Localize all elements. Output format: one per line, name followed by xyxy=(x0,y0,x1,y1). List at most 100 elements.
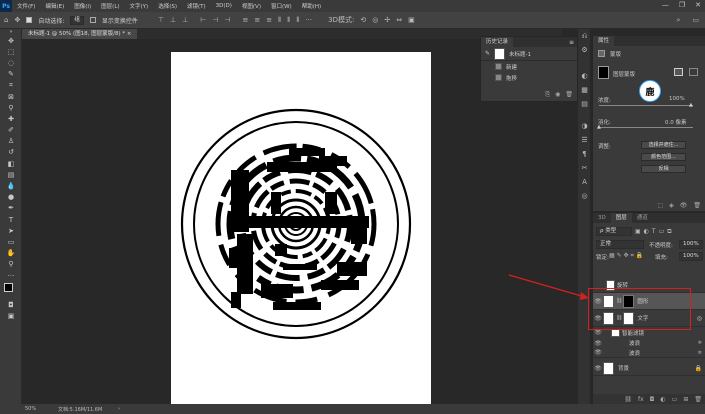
history-item[interactable]: 拖移 xyxy=(481,72,577,83)
filter-type-icon[interactable]: T xyxy=(652,228,656,235)
clone-stamp-icon[interactable]: ♙ xyxy=(0,136,22,147)
document-canvas[interactable] xyxy=(171,52,431,404)
menu-view[interactable]: 视图(V) xyxy=(237,2,266,10)
move-tool-icon[interactable]: ✥ xyxy=(0,35,22,46)
swatches-panel-icon[interactable]: ▦ xyxy=(578,83,591,97)
menu-image[interactable]: 图像(I) xyxy=(69,2,96,10)
properties-panel-icon[interactable]: ⚙ xyxy=(578,43,591,57)
visibility-icon[interactable]: 👁 xyxy=(593,365,603,372)
home-icon[interactable]: ⌂ xyxy=(4,16,8,24)
eraser-icon[interactable]: ◧ xyxy=(0,158,22,169)
properties-panel-title[interactable]: 属性 xyxy=(593,36,615,46)
blend-mode-dropdown[interactable]: 正常 xyxy=(596,240,644,249)
path-select-icon[interactable]: ➤ xyxy=(0,225,22,236)
distribute-top-icon[interactable]: ≡ xyxy=(243,16,249,24)
gradients-panel-icon[interactable]: ▤ xyxy=(578,97,591,111)
auto-select-checkbox[interactable] xyxy=(26,17,33,23)
distribute-bottom-icon[interactable]: ≡ xyxy=(266,16,272,24)
filter-row[interactable]: 👁 波浪 ≑ xyxy=(593,338,705,348)
eyedropper-icon[interactable]: ⚲ xyxy=(0,102,22,113)
brush-tool-icon[interactable]: ✐ xyxy=(0,125,22,136)
gradient-icon[interactable]: ▤ xyxy=(0,169,22,180)
history-snapshot[interactable]: ✎ 未标题-1 xyxy=(481,47,577,61)
filter-shape-icon[interactable]: ▭ xyxy=(659,228,665,235)
panel-menu-icon[interactable]: ≡ xyxy=(569,39,574,46)
add-mask-icon[interactable]: ◘ xyxy=(650,396,655,403)
blur-tool-icon[interactable]: 💧 xyxy=(0,180,22,191)
align-middle-icon[interactable]: ⊥ xyxy=(170,16,176,24)
visibility-icon[interactable]: 👁 xyxy=(593,340,603,347)
3d-scale-icon[interactable]: ▣ xyxy=(408,16,415,24)
distribute-middle-icon[interactable]: ≡ xyxy=(254,16,260,24)
slider-thumb-icon[interactable]: ▲ xyxy=(597,124,601,130)
feather-value[interactable]: 0.0 像素 xyxy=(665,118,687,126)
fx-icon[interactable]: fx xyxy=(638,396,644,403)
libraries-panel-icon[interactable]: ☰ xyxy=(578,133,591,147)
document-size[interactable]: 文档:5.16M/11.6M xyxy=(58,406,102,413)
search-icon[interactable]: ⌕ xyxy=(676,16,680,25)
3d-drag-icon[interactable]: ✢ xyxy=(384,16,390,24)
history-panel-title[interactable]: 历史记录 xyxy=(481,37,514,47)
marquee-tool-icon[interactable]: ⬚ xyxy=(0,46,22,57)
color-range-button[interactable]: 颜色范围... xyxy=(641,153,686,161)
channels-panel-icon[interactable]: ◎ xyxy=(578,189,591,203)
history-panel-icon[interactable]: ⎌ xyxy=(578,29,591,43)
color-swatches[interactable] xyxy=(0,281,22,299)
load-selection-icon[interactable]: ⬚ xyxy=(657,202,663,209)
zoom-level[interactable]: 50% xyxy=(25,406,36,412)
type-tool-icon[interactable]: T xyxy=(0,214,22,225)
align-center-icon[interactable]: ⊣ xyxy=(212,16,218,24)
frame-tool-icon[interactable]: ⊠ xyxy=(0,91,22,102)
new-layer-icon[interactable]: ⊞ xyxy=(683,396,688,403)
move-tool-icon[interactable]: ✥ xyxy=(14,16,20,24)
density-slider[interactable] xyxy=(599,105,693,106)
filter-smart-icon[interactable]: ⧉ xyxy=(667,228,671,236)
toggle-mask-icon[interactable]: 👁 xyxy=(680,202,688,209)
slider-thumb-icon[interactable]: ▲ xyxy=(689,102,693,108)
pixel-mask-button[interactable] xyxy=(674,68,683,76)
opacity-input[interactable]: 100% xyxy=(679,240,703,249)
density-value[interactable]: 100% xyxy=(669,96,685,102)
filter-pixel-icon[interactable]: ▣ xyxy=(635,228,641,235)
tab-layers[interactable]: 图层 xyxy=(610,213,632,223)
history-item[interactable]: 新建 xyxy=(481,61,577,72)
visibility-icon[interactable]: 👁 xyxy=(593,349,603,356)
invert-button[interactable]: 反相 xyxy=(641,165,686,173)
screen-mode-icon[interactable]: ▣ xyxy=(0,310,22,321)
select-and-mask-button[interactable]: 选择并遮住... xyxy=(641,141,686,149)
adjustments-panel-icon[interactable]: ◑ xyxy=(578,119,591,133)
tab-channels[interactable]: 通道 xyxy=(632,213,653,223)
menu-edit[interactable]: 编辑(E) xyxy=(40,2,69,10)
snapshot-camera-icon[interactable]: ◉ xyxy=(555,91,560,99)
brush-panel-icon[interactable]: ✂ xyxy=(578,161,591,175)
align-bottom-icon[interactable]: ⊥ xyxy=(182,16,188,24)
dodge-tool-icon[interactable]: ● xyxy=(0,192,22,203)
more-icon[interactable]: ··· xyxy=(305,16,312,24)
group-icon[interactable]: ▭ xyxy=(672,396,678,403)
distribute-left-icon[interactable]: ⦀ xyxy=(278,16,281,25)
new-document-icon[interactable]: ⎘ xyxy=(545,91,550,99)
menu-select[interactable]: 选择(S) xyxy=(153,2,182,10)
paragraph-panel-icon[interactable]: ¶ xyxy=(578,147,591,161)
pen-tool-icon[interactable]: ✒ xyxy=(0,203,22,214)
layer-name[interactable]: 背景 xyxy=(618,364,629,372)
filter-options-icon[interactable]: ≑ xyxy=(698,350,702,356)
menu-help[interactable]: 帮助(H) xyxy=(297,2,326,10)
filter-adjust-icon[interactable]: ◐ xyxy=(644,228,649,235)
fill-input[interactable]: 100% xyxy=(679,252,703,261)
3d-roll-icon[interactable]: ◎ xyxy=(372,16,378,24)
foreground-color-swatch[interactable] xyxy=(4,283,13,293)
visibility-icon[interactable]: 👁 xyxy=(593,329,603,336)
healing-brush-icon[interactable]: ✚ xyxy=(0,113,22,124)
align-left-icon[interactable]: ⊢ xyxy=(200,16,206,24)
distribute-center-icon[interactable]: ⦀ xyxy=(287,16,290,25)
feather-slider[interactable] xyxy=(599,127,693,128)
zoom-tool-icon[interactable]: ⚲ xyxy=(0,259,22,270)
lock-icons[interactable]: ▦ ✎ ✥ ⌗ 🔒 xyxy=(609,252,643,260)
status-arrow-icon[interactable]: › xyxy=(118,406,120,412)
menu-filter[interactable]: 滤镜(T) xyxy=(182,2,211,10)
show-transform-checkbox[interactable] xyxy=(89,17,96,23)
menu-file[interactable]: 文件(F) xyxy=(12,2,40,10)
align-right-icon[interactable]: ⊣ xyxy=(224,16,230,24)
document-tab[interactable]: 未标题-1 @ 50% (图18, 图层蒙版/8) * × xyxy=(22,29,138,39)
